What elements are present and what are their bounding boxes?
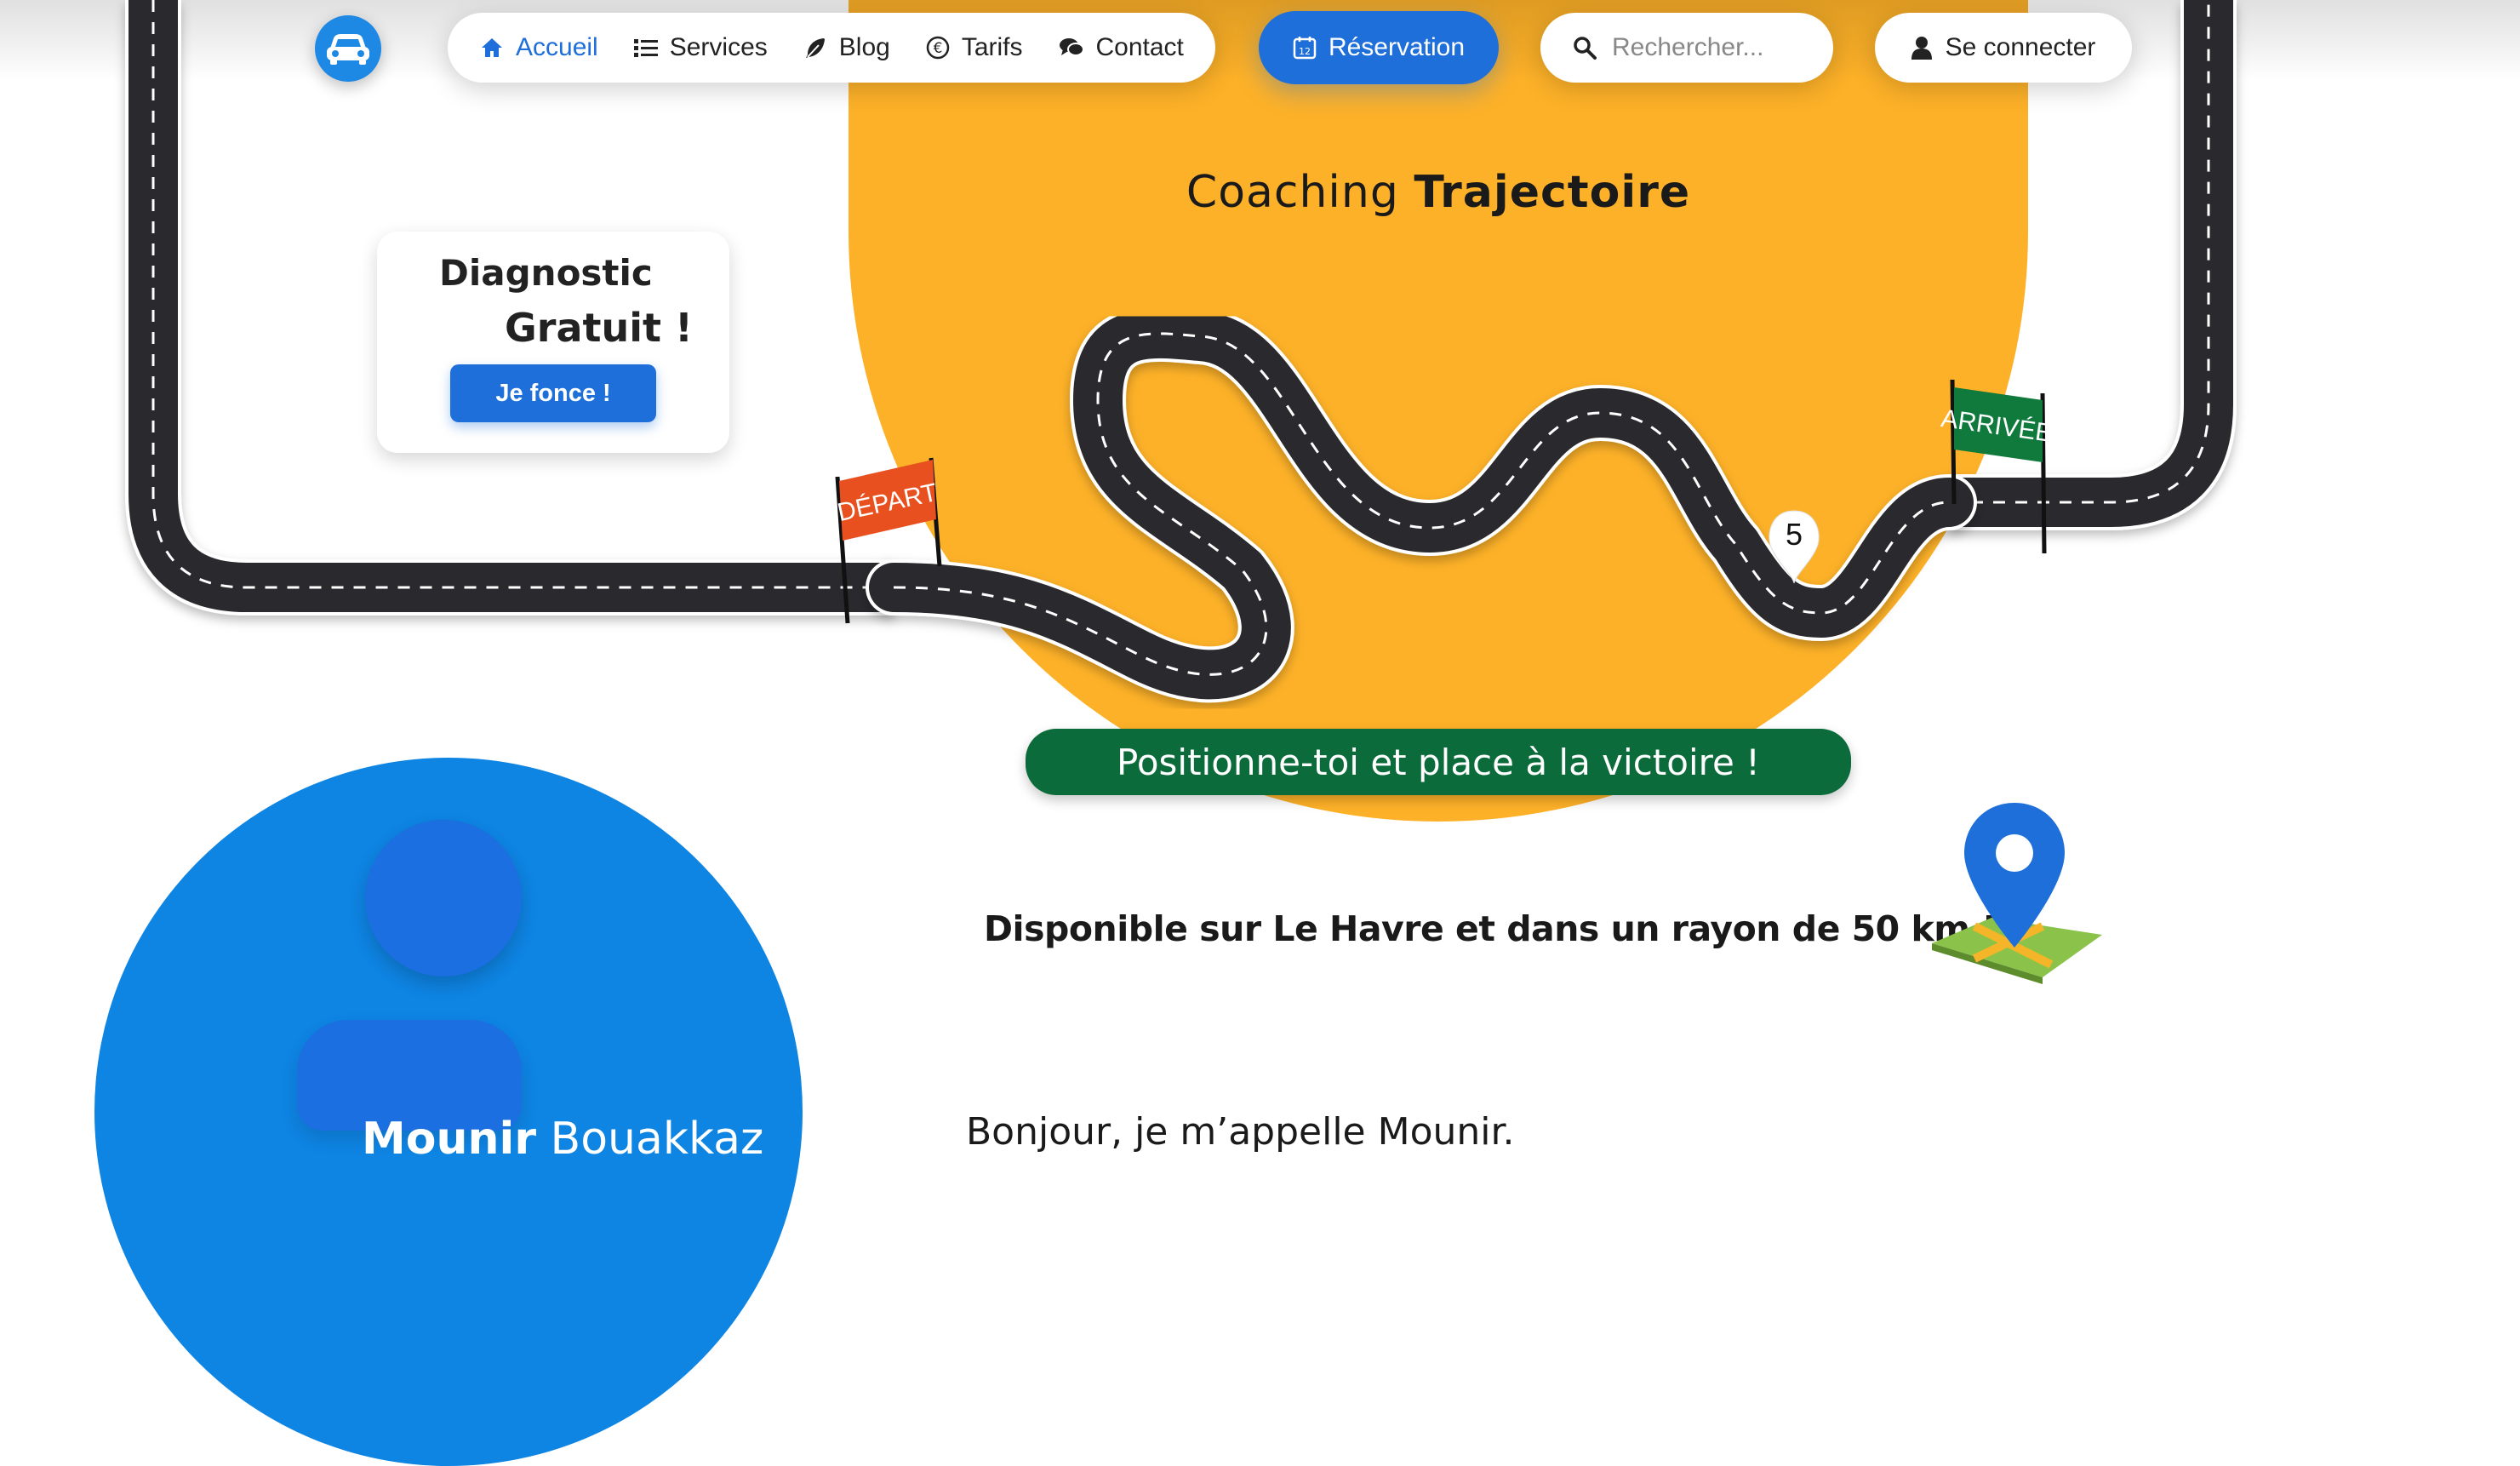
profile-circle: Mounir Bouakkaz	[94, 758, 803, 1466]
euro-icon: €	[926, 36, 950, 60]
profile-name: Mounir Bouakkaz	[362, 1114, 763, 1165]
diagnostic-subtitle: Gratuit !	[505, 305, 693, 351]
pin-number: 5	[1786, 517, 1803, 552]
svg-text:€: €	[933, 40, 942, 57]
location-map-icon	[1932, 803, 2102, 984]
title-light: Coaching	[1186, 167, 1414, 218]
nav-item-label: Contact	[1095, 33, 1184, 61]
feather-icon	[805, 38, 825, 58]
nav-item-label: Blog	[838, 33, 890, 61]
user-icon	[1911, 37, 1932, 60]
svg-text:12: 12	[1299, 46, 1311, 57]
diagnostic-card: Diagnostic Gratuit ! Je fonce !	[377, 232, 729, 453]
search-box[interactable]	[1540, 13, 1833, 83]
victory-banner: Positionne-toi et place à la victoire !	[1026, 729, 1851, 795]
search-icon	[1574, 37, 1597, 60]
nav-item-services[interactable]: Services	[633, 33, 768, 62]
je-fonce-button[interactable]: Je fonce !	[450, 364, 656, 422]
greeting-text: Bonjour, je m’appelle Mounir.	[966, 1110, 1515, 1154]
winding-road	[866, 305, 1977, 703]
calendar-icon: 12	[1293, 37, 1317, 60]
nav-item-label: Accueil	[516, 33, 598, 61]
profile-last-name: Bouakkaz	[535, 1114, 764, 1165]
nav-item-contact[interactable]: Contact	[1059, 33, 1184, 62]
avatar-head	[365, 820, 522, 976]
search-input[interactable]	[1610, 32, 1818, 63]
availability-text: Disponible sur Le Havre et dans un rayon…	[984, 908, 1997, 949]
chat-icon	[1059, 38, 1084, 56]
page-title: Coaching Trajectoire	[851, 167, 2026, 218]
reservation-button[interactable]: 12 Réservation	[1259, 11, 1499, 84]
nav-item-label: Tarifs	[961, 33, 1023, 61]
car-logo-icon	[327, 34, 369, 65]
main-nav: Accueil Services Blog € Tarifs Contact	[448, 13, 1215, 83]
nav-item-label: Services	[669, 33, 768, 61]
login-button[interactable]: Se connecter	[1875, 13, 2132, 83]
diagnostic-title: Diagnostic	[439, 252, 653, 294]
login-label: Se connecter	[1945, 33, 2096, 61]
profile-first-name: Mounir	[362, 1114, 536, 1165]
nav-item-accueil[interactable]: Accueil	[480, 33, 598, 62]
logo[interactable]	[315, 15, 381, 82]
nav-item-tarifs[interactable]: € Tarifs	[926, 33, 1023, 62]
title-bold: Trajectoire	[1414, 167, 1691, 218]
reservation-label: Réservation	[1328, 33, 1466, 61]
list-icon	[633, 39, 658, 57]
nav-item-blog[interactable]: Blog	[803, 33, 890, 62]
home-icon	[482, 38, 502, 57]
